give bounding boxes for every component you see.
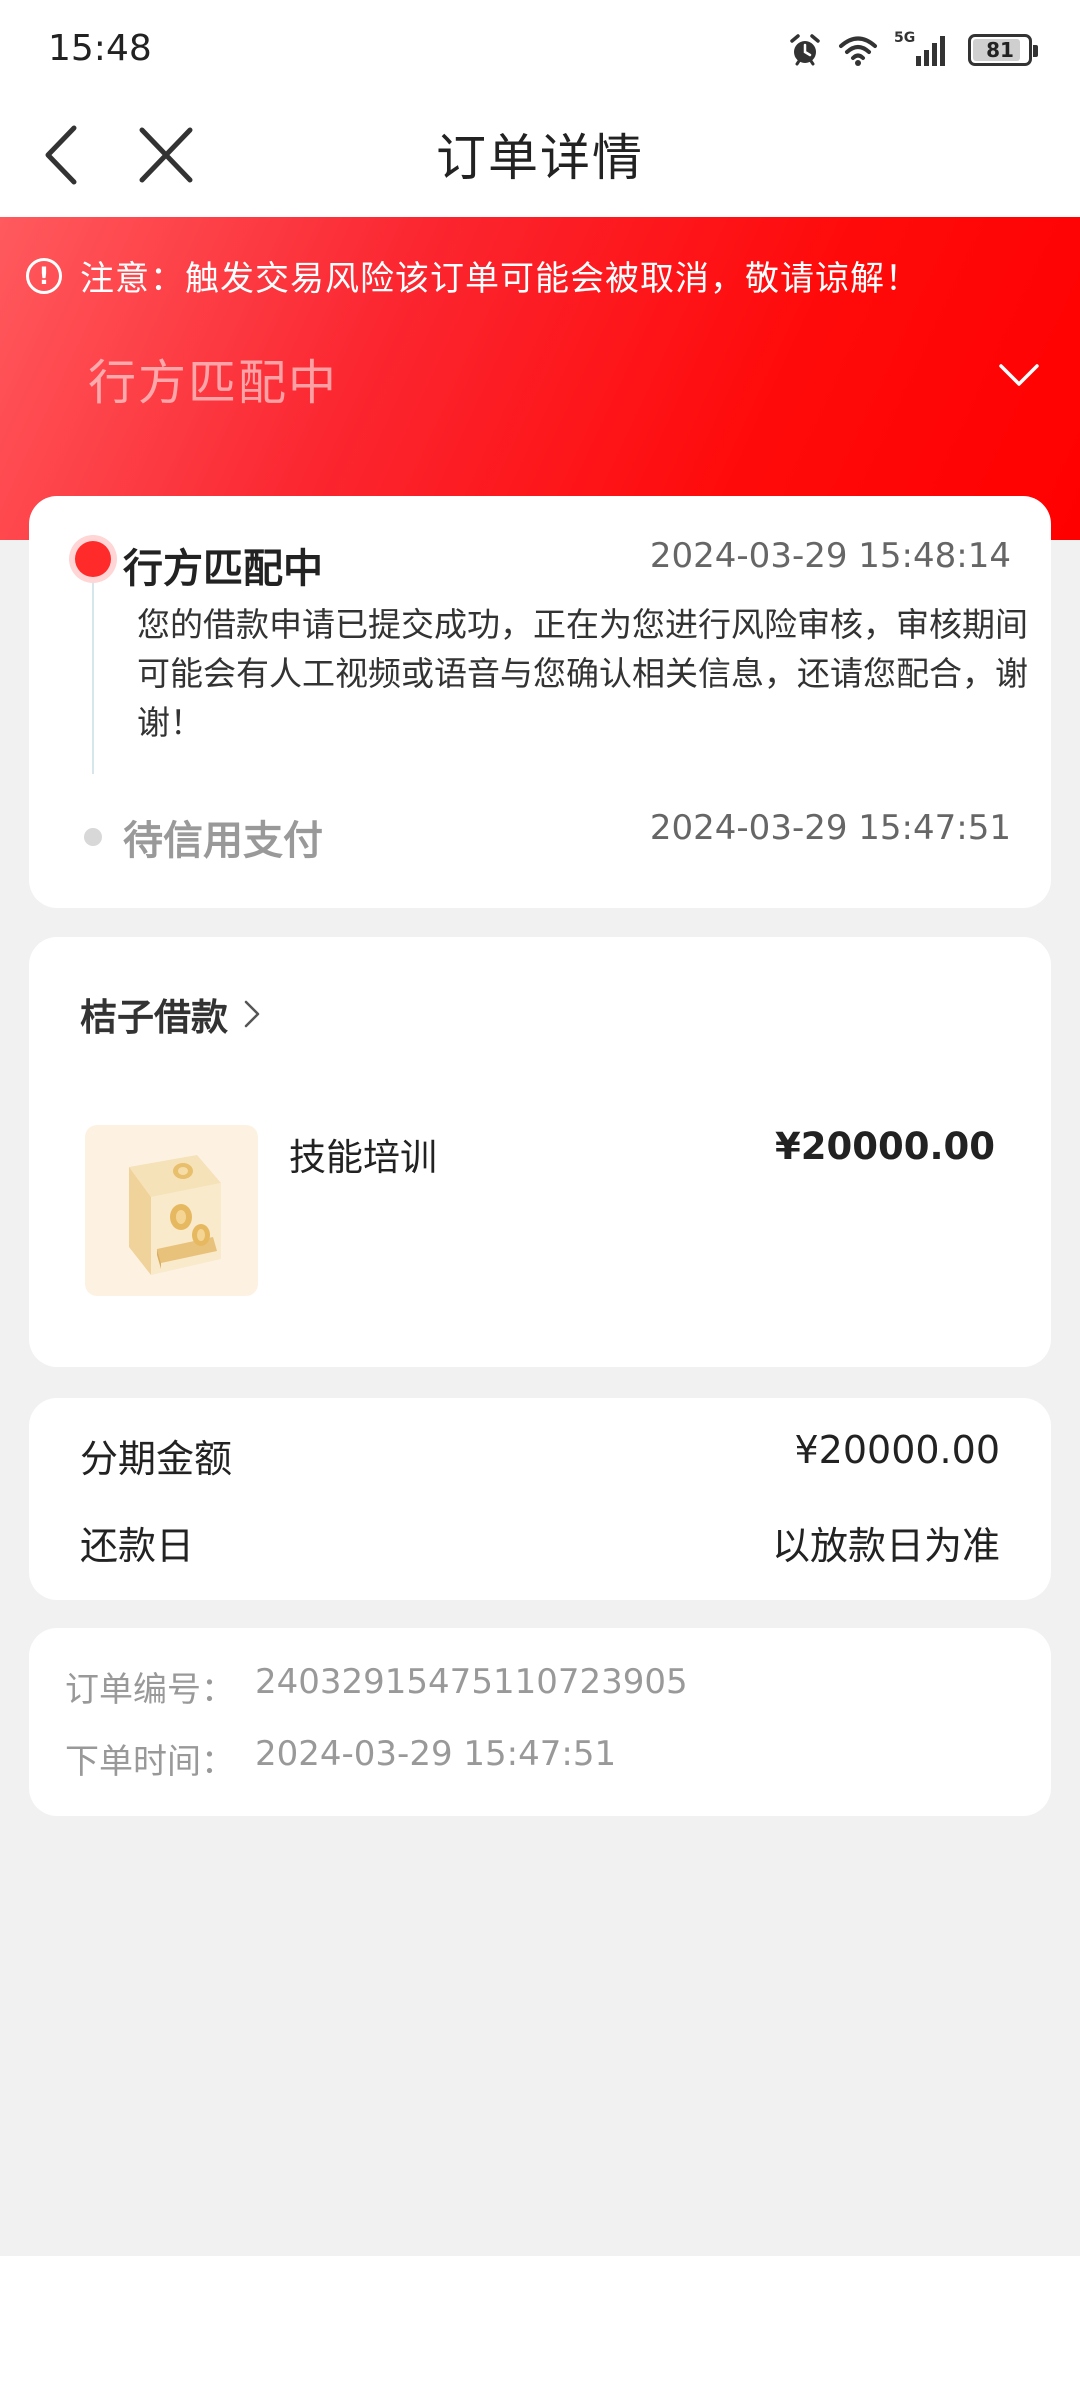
coin-box-icon <box>129 1155 221 1275</box>
order-number-value: 24032915475110723905 <box>255 1662 688 1702</box>
status-bar: 15:48 5G 81 <box>0 0 1080 100</box>
installment-value: ¥20000.00 <box>794 1428 1001 1472</box>
bottom-bar <box>0 2256 1080 2400</box>
wifi-icon <box>839 36 877 66</box>
product-card: 桔子借款 技能培训 ¥20000.00 <box>29 937 1051 1367</box>
order-status-label: 行方匹配中 <box>88 355 339 411</box>
timeline-step-title: 待信用支付 <box>123 818 323 864</box>
chevron-right-icon <box>244 1000 260 1028</box>
status-time: 15:48 <box>48 28 152 69</box>
status-timeline-card: 行方匹配中 2024-03-29 15:48:14 您的借款申请已提交成功，正在… <box>29 496 1051 908</box>
timeline-step-title: 行方匹配中 <box>123 546 323 592</box>
risk-banner: ! 注意：触发交易风险该订单可能会被取消，敬请谅解！ 行方匹配中 <box>0 217 1080 540</box>
battery-level: 81 <box>986 38 1014 62</box>
order-time-label: 下单时间： <box>65 1742 235 1782</box>
timeline-step-time: 2024-03-29 15:47:51 <box>649 808 1011 848</box>
navigation-bar: 订单详情 <box>0 100 1080 217</box>
exclamation-icon: ! <box>26 257 62 294</box>
merchant-name: 桔子借款 <box>80 996 228 1039</box>
installment-label: 分期金额 <box>80 1437 233 1481</box>
installment-row: 分期金额 ¥20000.00 <box>80 1428 1000 1483</box>
order-time-value: 2024-03-29 15:47:51 <box>255 1734 617 1774</box>
repay-label: 还款日 <box>80 1524 195 1568</box>
chevron-down-icon[interactable] <box>998 360 1040 390</box>
risk-warning: ! 注意：触发交易风险该订单可能会被取消，敬请谅解！ <box>26 251 920 300</box>
product-image <box>85 1125 258 1296</box>
order-time-row: 下单时间： 2024-03-29 15:47:51 <box>65 1734 616 1783</box>
order-number-label: 订单编号： <box>65 1670 235 1710</box>
risk-warning-text: 注意：触发交易风险该订单可能会被取消，敬请谅解！ <box>80 259 920 299</box>
status-icons: 5G 81 <box>788 30 1038 70</box>
repay-row: 还款日 以放款日为准 <box>80 1515 1000 1570</box>
timeline-step-description: 您的借款申请已提交成功，正在为您进行风险审核，审核期间可能会有人工视频或语音与您… <box>137 605 1028 742</box>
merchant-link[interactable]: 桔子借款 <box>80 987 262 1041</box>
timeline-dot-active <box>75 541 111 577</box>
cellular-signal-icon: 5G <box>894 30 952 68</box>
product-name: 技能培训 <box>289 1136 437 1179</box>
timeline-step-time: 2024-03-29 15:48:14 <box>649 536 1011 576</box>
product-price: ¥20000.00 <box>774 1125 995 1168</box>
order-info-card: 订单编号： 24032915475110723905 下单时间： 2024-03… <box>29 1628 1051 1816</box>
timeline-line <box>92 562 94 774</box>
amount-card: 分期金额 ¥20000.00 还款日 以放款日为准 <box>29 1398 1051 1600</box>
page-title: 订单详情 <box>436 129 644 187</box>
order-number-row: 订单编号： 24032915475110723905 <box>65 1662 688 1711</box>
battery-icon: 81 <box>968 34 1038 66</box>
repay-value: 以放款日为准 <box>771 1524 1000 1568</box>
alarm-icon <box>790 34 820 66</box>
timeline-dot-inactive <box>84 828 102 846</box>
